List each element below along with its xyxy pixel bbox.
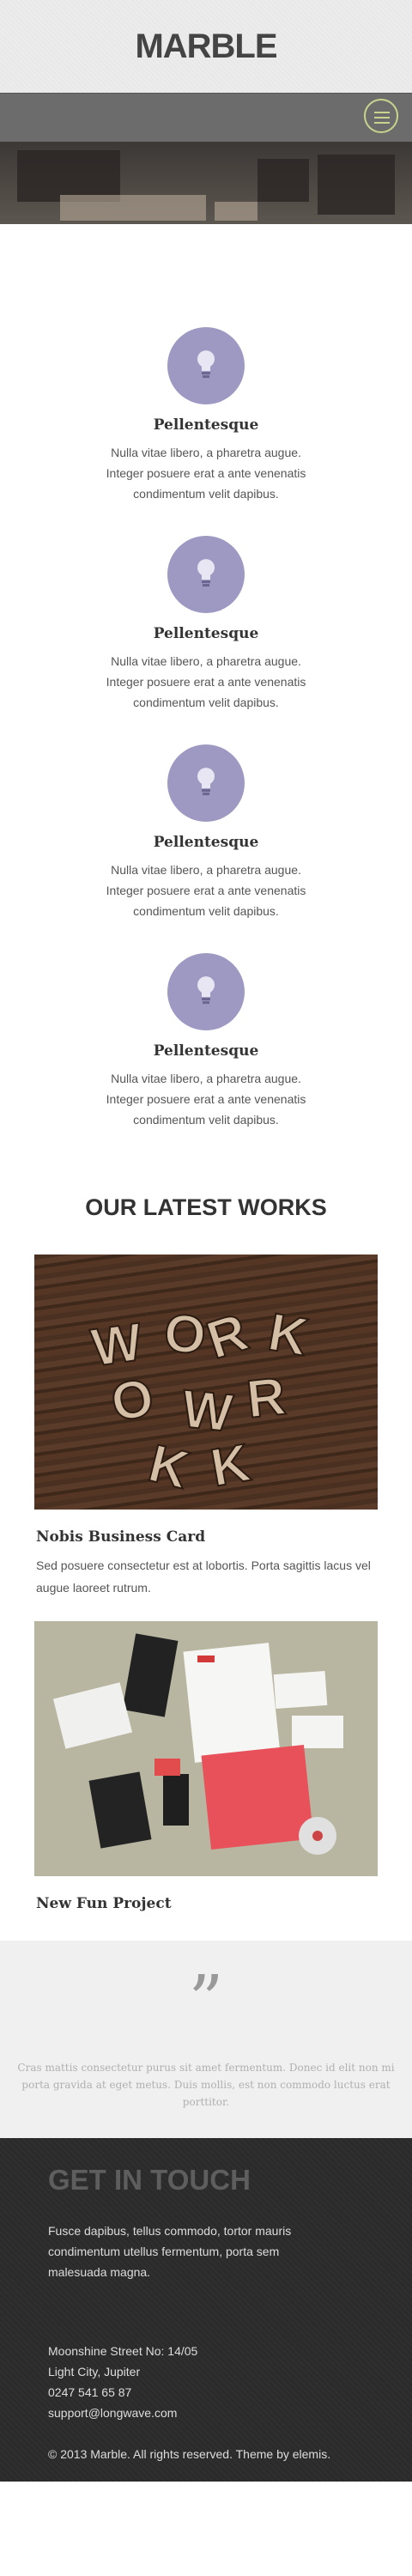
copyright-text: © 2013 Marble. All rights reserved. Them… — [48, 2447, 331, 2461]
address-street: Moonshine Street No: 14/05 — [48, 2344, 198, 2358]
feature-circle — [167, 327, 245, 404]
contact-footer: GET IN TOUCH Fusce dapibus, tellus commo… — [0, 2138, 412, 2482]
feature-circle — [167, 744, 245, 822]
wood-letter-o2: O — [106, 1367, 160, 1434]
wood-letter-o: O — [162, 1303, 208, 1365]
site-header: MARBLE — [0, 0, 412, 93]
address-city: Light City, Jupiter — [48, 2365, 141, 2379]
quote-text: Cras mattis consectetur purus sit amet f… — [17, 2062, 395, 2108]
testimonial-section: ” Cras mattis consectetur purus sit amet… — [0, 1941, 412, 2138]
lightbulb-icon — [197, 350, 215, 379]
feature-item: Pellentesque Nulla vitae libero, a phare… — [0, 536, 412, 744]
stationery-graphic — [52, 1633, 343, 1855]
feature-title: Pellentesque — [153, 1042, 259, 1060]
lightbulb-icon — [197, 768, 215, 796]
address-email[interactable]: support@longwave.com — [48, 2403, 197, 2423]
feature-text: Nulla vitae libero, a pharetra augue. In… — [106, 654, 306, 709]
wood-letter-r2: R — [244, 1367, 288, 1430]
works-section-title: OUR LATEST WORKS — [85, 1194, 327, 1220]
contact-intro: Fusce dapibus, tellus commodo, tortor ma… — [48, 2224, 292, 2279]
quote-mark-icon: ” — [188, 1960, 224, 2040]
lightbulb-icon — [197, 559, 215, 587]
feature-title: Pellentesque — [153, 625, 259, 642]
wood-letter-k: K — [264, 1303, 312, 1368]
hero-image — [0, 142, 412, 224]
wood-letter-k3: K — [206, 1433, 254, 1498]
work-title[interactable]: Nobis Business Card — [36, 1528, 378, 1546]
nav-bar — [0, 93, 412, 142]
work-item[interactable]: New Fun Project — [34, 1621, 378, 1912]
work-image-stationery[interactable] — [34, 1621, 378, 1876]
feature-text: Nulla vitae libero, a pharetra augue. In… — [106, 863, 306, 918]
feature-title: Pellentesque — [153, 834, 259, 851]
feature-text: Nulla vitae libero, a pharetra augue. In… — [106, 1072, 306, 1127]
contact-title: GET IN TOUCH — [48, 2164, 251, 2196]
hamburger-menu-icon[interactable] — [364, 99, 398, 133]
feature-title: Pellentesque — [153, 416, 259, 434]
wood-letter-r: R — [200, 1303, 255, 1370]
contact-address: Moonshine Street No: 14/05 Light City, J… — [48, 2341, 197, 2423]
feature-item: Pellentesque Nulla vitae libero, a phare… — [0, 327, 412, 536]
work-image-wood-letters[interactable]: W O R K O W R K K — [34, 1255, 378, 1510]
wood-letters-graphic: W O R K O W R K K — [87, 1302, 313, 1502]
work-title[interactable]: New Fun Project — [36, 1895, 378, 1912]
feature-item: Pellentesque Nulla vitae libero, a phare… — [0, 744, 412, 953]
feature-circle — [167, 536, 245, 613]
address-phone[interactable]: 0247 541 65 87 — [48, 2382, 197, 2403]
site-logo[interactable]: MARBLE — [0, 27, 412, 66]
feature-item: Pellentesque Nulla vitae libero, a phare… — [0, 953, 412, 1162]
feature-circle — [167, 953, 245, 1030]
work-item[interactable]: W O R K O W R K K Nobis Business Card Se… — [34, 1255, 378, 1599]
features-section: Pellentesque Nulla vitae libero, a phare… — [0, 224, 412, 1162]
work-description: Sed posuere consectetur est at lobortis.… — [36, 1558, 371, 1595]
wood-letter-w2: W — [179, 1379, 236, 1443]
wood-letter-k2: K — [143, 1434, 195, 1501]
wood-letter-w: W — [88, 1312, 146, 1378]
lightbulb-icon — [197, 976, 215, 1005]
feature-text: Nulla vitae libero, a pharetra augue. In… — [106, 446, 306, 501]
